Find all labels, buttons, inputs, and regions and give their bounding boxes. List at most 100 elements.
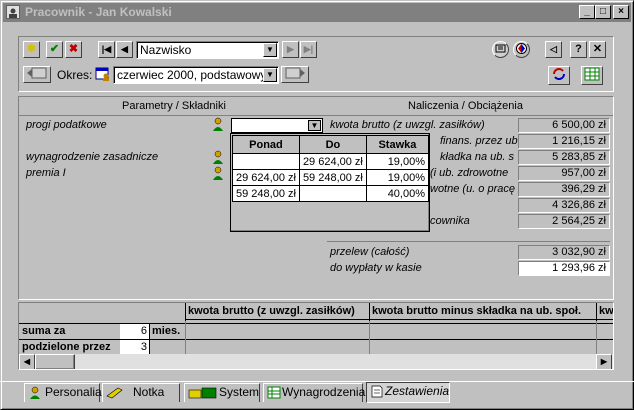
charge-label: (i ub. zdrowotne	[430, 167, 509, 179]
grid-column-header[interactable]: kwota brutto (z uwzgl. zasiłków)	[185, 303, 369, 321]
param-label: wynagrodzenie zasadnicze	[26, 151, 159, 163]
refresh-icon[interactable]	[548, 66, 570, 85]
divider	[327, 241, 610, 242]
divider	[596, 321, 597, 355]
tab-label: Personalia	[45, 385, 102, 399]
period-prev-icon[interactable]	[23, 66, 51, 83]
person-icon[interactable]	[211, 150, 225, 164]
horizontal-scrollbar[interactable]: ◀ ▶	[19, 354, 613, 369]
charge-value: 1 216,15 zł	[518, 134, 610, 149]
popup-cell[interactable]	[298, 185, 367, 202]
params-header: Parametry / Składniki	[122, 100, 226, 112]
tab-label: Zestawienia	[385, 384, 450, 398]
tab-label: Wynagrodzenia	[282, 385, 366, 399]
popup-cell[interactable]: 29 624,00 zł	[232, 169, 300, 186]
system-icon	[188, 386, 218, 399]
charge-label: cownika	[430, 215, 470, 227]
note-icon	[106, 386, 124, 399]
table-row[interactable]: 29 624,00 zł 59 248,00 zł 19,00%	[232, 169, 430, 186]
minimize-button[interactable]: _	[579, 5, 595, 19]
period-select[interactable]: czerwiec 2000, podstawowy ▼	[113, 66, 279, 84]
spreadsheet-icon	[267, 386, 281, 399]
divider	[185, 321, 186, 355]
tab-personalia[interactable]: Personalia	[24, 383, 102, 402]
popup-cell[interactable]: 40,00%	[365, 185, 430, 202]
title-bar[interactable]: Pracownik - Jan Kowalski _ □ ×	[3, 3, 631, 22]
tax-thresholds-popup: Ponad Do Stawka 29 624,00 zł 19,00% 29 6…	[230, 133, 430, 232]
header-divider	[19, 115, 613, 116]
back-icon[interactable]: ◁	[545, 41, 562, 58]
popup-cell[interactable]: 59 248,00 zł	[232, 185, 300, 202]
scroll-right-icon[interactable]: ▶	[596, 354, 612, 369]
period-value: czerwiec 2000, podstawowy	[117, 68, 267, 82]
popup-cell[interactable]: 19,00%	[365, 153, 430, 170]
popup-header: Ponad	[232, 135, 300, 154]
navigator-icon[interactable]	[513, 41, 530, 58]
tab-wynagrodzenia[interactable]: Wynagrodzenia	[263, 383, 366, 402]
person-icon[interactable]	[211, 166, 225, 180]
help-icon[interactable]: ?	[570, 41, 587, 58]
grid-column-header[interactable]: kw	[596, 303, 613, 321]
period-next-icon[interactable]	[281, 66, 309, 83]
close-button[interactable]: ×	[613, 5, 629, 19]
grid-row-label: podzielone przez	[22, 341, 111, 353]
last-record-button[interactable]: ▶|	[300, 41, 317, 58]
grid-row-label: suma za	[22, 325, 66, 337]
maximize-button[interactable]: □	[595, 5, 611, 19]
dropdown-toggle-icon[interactable]: ▼	[308, 120, 321, 131]
charge-label: kładka na ub. s	[440, 151, 514, 163]
months-sum-input[interactable]: 6	[120, 324, 150, 339]
divider	[149, 324, 150, 355]
confirm-icon[interactable]: ✔	[46, 41, 63, 58]
person-icon[interactable]	[211, 117, 225, 131]
first-record-button[interactable]: |◀	[98, 41, 115, 58]
charge-label: finans. przez ub	[440, 135, 518, 147]
param-label: premia I	[26, 167, 66, 179]
popup-cell[interactable]: 19,00%	[365, 169, 430, 186]
report-icon	[370, 385, 384, 398]
transfer-value: 3 032,90 zł	[518, 245, 610, 260]
charge-value: 2 564,25 zł	[518, 214, 610, 229]
database-icon[interactable]	[492, 41, 509, 58]
close-form-icon[interactable]: ✕	[589, 41, 606, 58]
charge-label: wotne (u. o pracę	[430, 183, 515, 195]
prev-record-button[interactable]: ◀	[116, 41, 133, 58]
sort-field-select[interactable]: Nazwisko ▼	[136, 41, 279, 59]
grid-column-header[interactable]: kwota brutto minus składka na ub. społ.	[369, 303, 596, 321]
tab-strip-line	[0, 381, 634, 382]
tab-system[interactable]: System	[184, 383, 260, 402]
transfer-label: przelew (całość)	[330, 246, 410, 258]
table-row[interactable]: 29 624,00 zł 19,00%	[232, 153, 430, 170]
popup-cell[interactable]: 29 624,00 zł	[298, 153, 367, 170]
period-label: Okres:	[57, 68, 93, 82]
tab-zestawienia[interactable]: Zestawienia	[366, 382, 450, 403]
person-icon	[28, 386, 42, 399]
tax-thresholds-dropdown[interactable]: ▼	[231, 118, 323, 133]
param-label: progi podatkowe	[26, 119, 107, 131]
tab-label: System	[219, 385, 260, 399]
sort-field-value: Nazwisko	[140, 43, 192, 57]
popup-cell[interactable]: 59 248,00 zł	[298, 169, 367, 186]
divider	[19, 323, 613, 324]
calendar-person-icon	[95, 66, 111, 82]
scroll-thumb[interactable]	[35, 354, 75, 369]
transfer-label: do wypłaty w kasie	[330, 262, 422, 274]
chevron-down-icon[interactable]: ▼	[263, 68, 277, 82]
cancel-icon[interactable]: ✖	[65, 41, 82, 58]
cash-payout-value[interactable]: 1 293,96 zł	[518, 261, 610, 276]
new-icon[interactable]: ✱	[23, 41, 40, 58]
charge-value: 6 500,00 zł	[518, 118, 610, 133]
tab-notka[interactable]: Notka	[102, 383, 180, 402]
popup-cell[interactable]	[232, 153, 300, 170]
popup-header: Do	[298, 135, 367, 154]
charge-value: 4 326,86 zł	[518, 198, 610, 213]
next-record-button[interactable]: ▶	[282, 41, 299, 58]
spreadsheet-icon[interactable]	[581, 66, 603, 85]
charge-label: kwota brutto (z uwzgl. zasiłków)	[330, 119, 485, 131]
scroll-left-icon[interactable]: ◀	[19, 354, 35, 369]
table-row[interactable]: 59 248,00 zł 40,00%	[232, 185, 430, 202]
tab-label: Notka	[133, 385, 165, 399]
divisor-input[interactable]: 3	[120, 340, 150, 354]
chevron-down-icon[interactable]: ▼	[263, 43, 277, 57]
grid-row-unit: mies.	[152, 325, 181, 337]
